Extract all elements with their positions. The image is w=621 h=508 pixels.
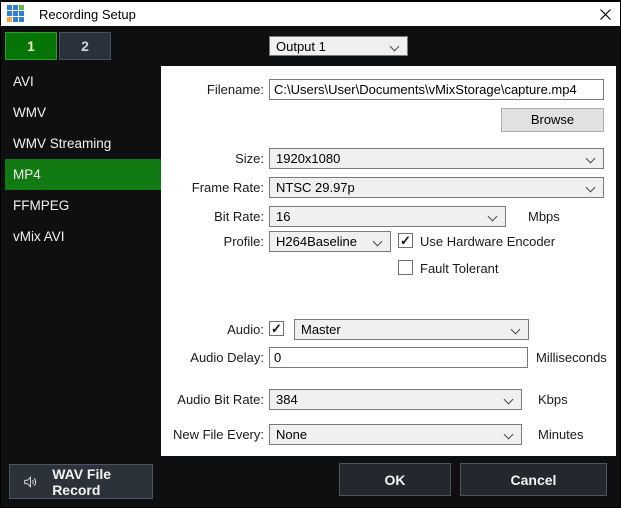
output-select-value: Output 1 [276,39,326,54]
use-hardware-encoder-checkbox[interactable]: ✓ [398,233,413,248]
chevron-down-icon [504,395,514,405]
audio-delay-label: Audio Delay: [161,347,264,368]
titlebar: Recording Setup [1,1,621,26]
bit-rate-select[interactable]: 16 [269,206,506,227]
use-hardware-encoder-label: Use Hardware Encoder [420,231,555,252]
profile-label: Profile: [161,231,264,252]
audio-label: Audio: [161,319,264,340]
new-file-every-select-value: None [276,427,307,442]
vmix-logo-icon [7,5,26,24]
profile-select-value: H264Baseline [276,234,357,249]
ok-button[interactable]: OK [339,463,451,496]
chevron-down-icon [504,430,514,440]
sidebar-item-wmv[interactable]: WMV [1,97,161,128]
chevron-down-icon [586,154,596,164]
new-file-every-unit: Minutes [538,424,584,445]
fault-tolerant-checkbox[interactable] [398,260,413,275]
size-select[interactable]: 1920x1080 [269,148,604,169]
new-file-every-label: New File Every: [161,424,264,445]
chevron-down-icon [511,325,521,335]
output-select[interactable]: Output 1 [269,36,408,56]
sidebar-item-wmv-streaming[interactable]: WMV Streaming [1,128,161,159]
audio-delay-unit: Milliseconds [536,347,607,368]
bit-rate-label: Bit Rate: [161,206,264,227]
sidebar-item-vmix-avi[interactable]: vMix AVI [1,221,161,252]
audio-source-select-value: Master [301,322,341,337]
tab-recorder-2[interactable]: 2 [59,32,111,60]
close-icon [599,8,612,21]
fault-tolerant-label: Fault Tolerant [420,258,499,279]
close-button[interactable] [588,2,621,27]
settings-panel: Filename: Browse Size: 1920x1080 Frame R… [161,66,616,456]
chevron-down-icon [586,183,596,193]
size-select-value: 1920x1080 [276,151,340,166]
window-title: Recording Setup [39,2,136,27]
filename-label: Filename: [161,79,264,100]
wav-file-record-label: WAV File Record [52,466,152,498]
frame-rate-select[interactable]: NTSC 29.97p [269,177,604,198]
wav-file-record-button[interactable]: WAV File Record [9,464,153,499]
sidebar-item-avi[interactable]: AVI [1,66,161,97]
audio-delay-input[interactable] [269,347,528,368]
audio-bit-rate-select[interactable]: 384 [269,389,522,410]
browse-button[interactable]: Browse [501,108,604,132]
filename-input[interactable] [269,79,604,100]
frame-rate-select-value: NTSC 29.97p [276,180,355,195]
format-sidebar: AVI WMV WMV Streaming MP4 FFMPEG vMix AV… [1,66,161,252]
frame-rate-label: Frame Rate: [161,177,264,198]
audio-bit-rate-unit: Kbps [538,389,568,410]
audio-checkbox[interactable]: ✓ [269,321,284,336]
speaker-icon [22,473,38,491]
sidebar-item-mp4[interactable]: MP4 [5,159,161,190]
cancel-button[interactable]: Cancel [460,463,607,496]
bit-rate-unit: Mbps [528,206,560,227]
profile-select[interactable]: H264Baseline [269,231,391,252]
bit-rate-select-value: 16 [276,209,290,224]
audio-bit-rate-label: Audio Bit Rate: [161,389,264,410]
tab-recorder-1[interactable]: 1 [5,32,57,60]
size-label: Size: [161,148,264,169]
chevron-down-icon [390,42,400,52]
chevron-down-icon [373,237,383,247]
chevron-down-icon [488,212,498,222]
new-file-every-select[interactable]: None [269,424,522,445]
sidebar-item-ffmpeg[interactable]: FFMPEG [1,190,161,221]
audio-bit-rate-select-value: 384 [276,392,298,407]
audio-source-select[interactable]: Master [294,319,529,340]
recording-setup-window: Recording Setup 1 2 Output 1 AVI WMV WMV… [0,0,621,508]
